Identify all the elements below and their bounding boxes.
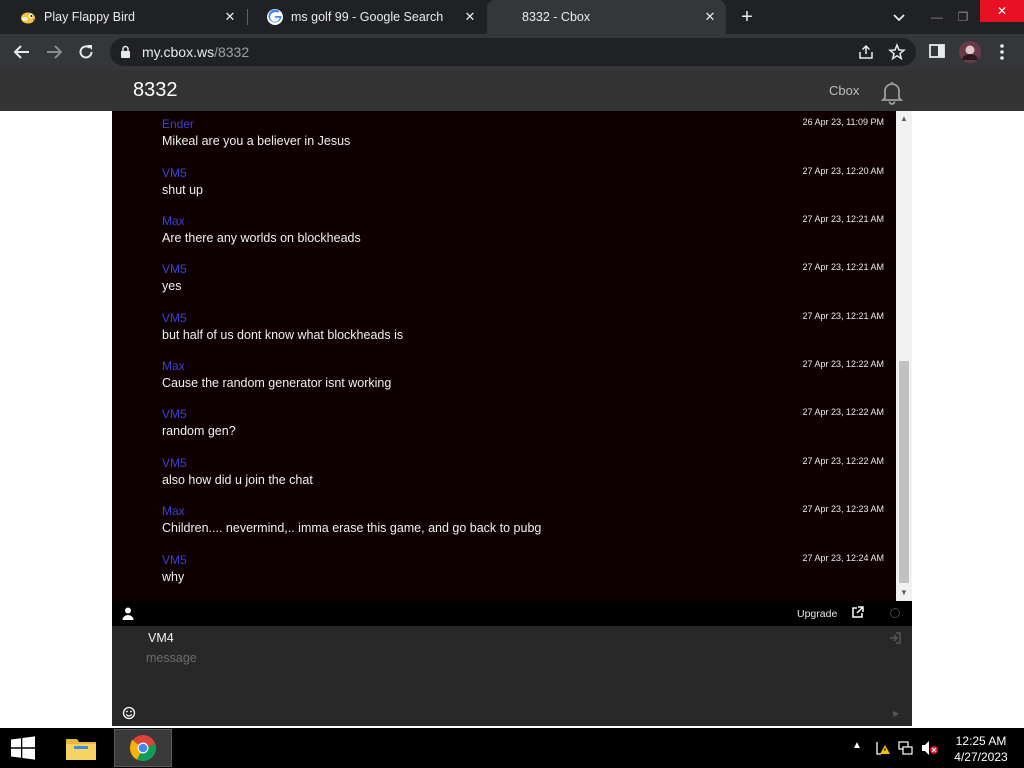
chat-message: Max Cause the random generator isnt work… [162,359,897,391]
upgrade-link[interactable]: Upgrade [797,608,837,620]
chat-message: VM5 also how did u join the chat 27 Apr … [162,456,897,488]
tab-cbox[interactable]: 8332 - Cbox ✕ [487,0,726,34]
message-text: but half of us dont know what blockheads… [162,328,404,342]
message-author[interactable]: Max [162,504,897,518]
browser-toolbar: my.cbox.ws/8332 [0,34,1024,70]
message-author[interactable]: Ender [162,117,897,131]
chat-message: VM5 why 27 Apr 23, 12:24 AM [162,553,897,585]
message-text: Are there any worlds on blockheads [162,231,361,245]
network-icon[interactable] [898,740,914,759]
emoji-smiley-icon[interactable] [122,706,136,720]
user-icon[interactable] [122,607,134,620]
message-author[interactable]: VM5 [162,311,897,325]
chat-message-list[interactable]: Ender Mikeal are you a believer in Jesus… [112,111,912,601]
message-timestamp: 27 Apr 23, 12:22 AM [802,359,884,369]
page-title: 8332 [133,79,178,101]
reload-icon[interactable] [74,40,98,64]
chat-message: VM5 but half of us dont know what blockh… [162,311,897,343]
chat-message: Max Children.... nevermind,.. imma erase… [162,504,897,536]
share-icon[interactable] [857,43,875,61]
message-timestamp: 27 Apr 23, 12:21 AM [802,214,884,224]
message-timestamp: 27 Apr 23, 12:24 AM [802,553,884,563]
browser-tab-strip: Play Flappy Bird ✕ ms golf 99 - Google S… [0,0,1024,34]
status-circle-icon [890,608,900,618]
profile-avatar[interactable] [958,40,981,63]
bell-icon[interactable] [879,79,905,105]
close-icon[interactable]: ✕ [462,9,478,25]
message-author[interactable]: VM5 [162,262,897,276]
message-text: also how did u join the chat [162,473,313,487]
message-author[interactable]: Max [162,359,897,373]
send-arrow-icon[interactable]: ▶ [893,709,899,718]
forward-arrow-icon[interactable] [42,40,66,64]
message-timestamp: 27 Apr 23, 12:20 AM [802,166,884,176]
url-text: my.cbox.ws/8332 [142,44,250,60]
sign-in-icon[interactable] [889,631,901,644]
message-author[interactable]: VM5 [162,456,897,470]
message-timestamp: 26 Apr 23, 11:09 PM [802,117,884,127]
chat-scrollbar[interactable]: ▲ ▼ [896,111,912,601]
show-hidden-icons-chevron-icon[interactable]: ▲ [852,740,862,751]
cbox-brand-link[interactable]: Cbox [829,83,859,98]
scroll-up-arrow-icon[interactable]: ▲ [900,115,908,123]
lock-icon [120,45,131,64]
chat-message: Max Are there any worlds on blockheads 2… [162,214,897,246]
chat-footer-bar: Upgrade [112,601,912,626]
message-timestamp: 27 Apr 23, 12:22 AM [802,407,884,417]
message-timestamp: 27 Apr 23, 12:22 AM [802,456,884,466]
message-text: shut up [162,183,204,197]
google-icon [267,9,283,25]
windows-start-icon[interactable] [8,736,38,760]
volume-muted-icon[interactable] [921,740,939,759]
tab-title: ms golf 99 - Google Search [291,10,444,24]
chrome-taskbar-icon[interactable] [114,729,172,767]
message-author[interactable]: Max [162,214,897,228]
back-arrow-icon[interactable] [10,40,34,64]
bookmark-star-icon[interactable] [888,42,906,61]
restore-button[interactable]: ❐ [946,0,980,34]
message-author[interactable]: VM5 [162,553,897,567]
message-text: Children.... nevermind,.. imma erase thi… [162,521,542,535]
taskbar-clock[interactable]: 12:25 AM 4/27/2023 [948,733,1014,765]
windows-taskbar: ▲ 12:25 AM 4/27/2023 [0,728,1024,768]
message-text: yes [162,279,182,293]
message-timestamp: 27 Apr 23, 12:23 AM [802,504,884,514]
username-label[interactable]: VM4 [148,631,174,645]
action-center-warning-icon[interactable] [875,740,891,759]
file-explorer-icon[interactable] [52,729,110,767]
message-timestamp: 27 Apr 23, 12:21 AM [802,311,884,321]
chat-message: Ender Mikeal are you a believer in Jesus… [162,117,897,149]
message-text: random gen? [162,424,236,438]
new-tab-button[interactable]: + [737,7,757,27]
external-link-icon[interactable] [851,606,864,619]
scroll-down-arrow-icon[interactable]: ▼ [900,589,908,597]
tab-title: 8332 - Cbox [522,10,591,24]
message-text: Mikeal are you a believer in Jesus [162,134,351,148]
message-timestamp: 27 Apr 23, 12:21 AM [802,262,884,272]
kebab-menu-icon[interactable] [994,42,1014,62]
chat-message: VM5 shut up 27 Apr 23, 12:20 AM [162,166,897,198]
tab-title: Play Flappy Bird [44,10,136,24]
clock-date: 4/27/2023 [954,750,1008,764]
message-author[interactable]: VM5 [162,166,897,180]
message-text: why [162,570,185,584]
cbox-header: 8332 Cbox [0,70,1024,111]
side-panel-icon[interactable] [928,42,948,62]
tab-flappy-bird[interactable]: Play Flappy Bird ✕ [0,0,246,34]
flappy-bird-icon [20,9,36,25]
close-icon[interactable]: ✕ [702,9,718,25]
clock-time: 12:25 AM [955,734,1007,748]
tab-google-search[interactable]: ms golf 99 - Google Search ✕ [247,0,486,34]
message-input[interactable] [146,651,846,711]
close-icon[interactable]: ✕ [222,9,238,25]
chat-message: VM5 yes 27 Apr 23, 12:21 AM [162,262,897,294]
address-bar[interactable]: my.cbox.ws/8332 [110,38,916,66]
window-close-button[interactable]: ✕ [980,0,1024,22]
chat-message: VM5 random gen? 27 Apr 23, 12:22 AM [162,407,897,439]
message-author[interactable]: VM5 [162,407,897,421]
message-text: Cause the random generator isnt working [162,376,392,390]
scrollbar-thumb[interactable] [899,361,909,583]
message-compose-area: VM4 ▶ [112,626,912,726]
chevron-down-icon[interactable] [890,8,908,26]
